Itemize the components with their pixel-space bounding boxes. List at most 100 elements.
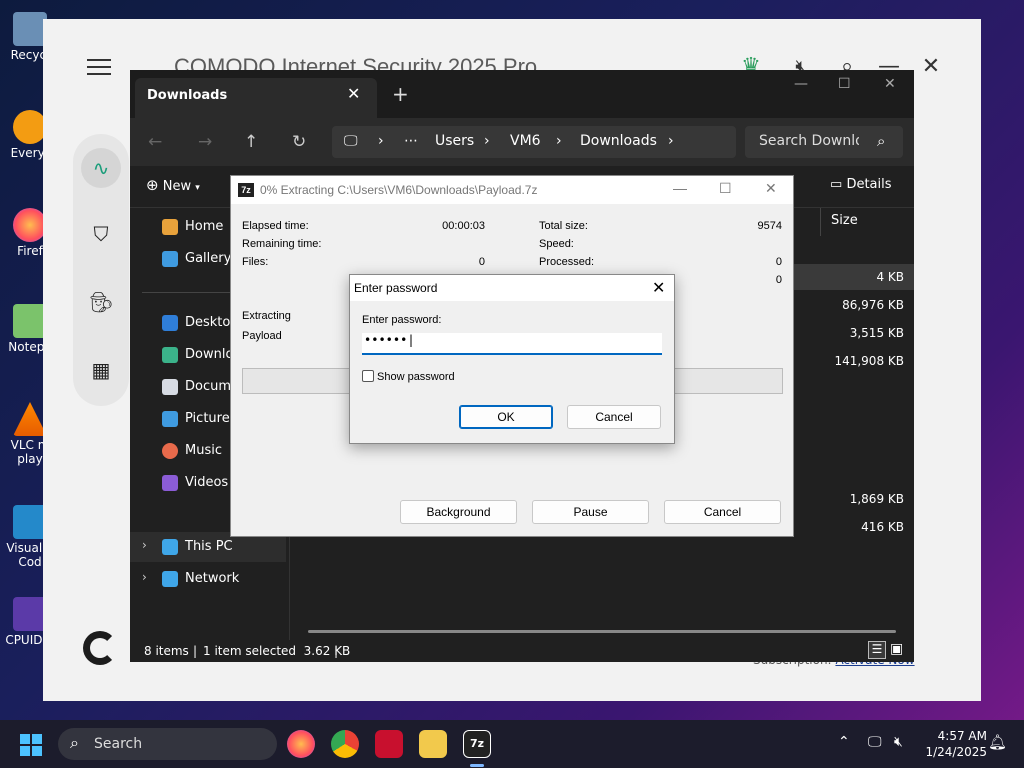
videos-icon	[162, 475, 178, 491]
chevron-right-icon[interactable]: ›	[142, 538, 147, 552]
breadcrumb-users[interactable]: Users	[435, 133, 474, 149]
dialog-title: Enter password	[354, 281, 438, 295]
plus-circle-icon: ⊕	[146, 176, 159, 194]
cancel-button[interactable]: Cancel	[567, 405, 661, 429]
network-icon	[162, 571, 178, 587]
shield-icon[interactable]: ⛉	[81, 214, 121, 254]
activity-icon[interactable]: ∿	[81, 148, 121, 188]
vscode-icon	[13, 505, 47, 539]
size-cell: 3,515 KB	[849, 326, 904, 340]
desktop-icon	[162, 315, 178, 331]
apps-grid-icon[interactable]: ▦	[81, 350, 121, 390]
vlc-icon	[13, 402, 47, 436]
close-window-icon[interactable]: ✕	[884, 76, 896, 92]
file-explorer-icon[interactable]	[419, 730, 447, 758]
status-bar: 8 items | 1 item selected 3.62 KB | ☰ ▣	[130, 640, 914, 662]
home-icon	[162, 219, 178, 235]
horizontal-scrollbar[interactable]	[308, 630, 896, 633]
chevron-up-icon[interactable]: ⌃	[838, 734, 850, 750]
comodo-sidebar: ∿ ⛉ 🕵︎ ▦	[73, 134, 129, 406]
chevron-right-icon: ›	[668, 133, 674, 149]
music-icon	[162, 443, 178, 459]
breadcrumb-downloads[interactable]: Downloads	[580, 133, 657, 149]
up-icon[interactable]: ↑	[244, 132, 258, 152]
show-password-checkbox[interactable]: Show password	[362, 370, 455, 383]
selection-info: 1 item selected 3.62 KB	[203, 644, 351, 658]
notepad-icon	[13, 304, 47, 338]
more-icon[interactable]: ⋯	[404, 133, 418, 149]
7zip-icon[interactable]: 7z	[463, 730, 491, 758]
ok-button[interactable]: OK	[459, 405, 553, 429]
pictures-icon	[162, 411, 178, 427]
minimize-icon[interactable]: —	[794, 76, 808, 92]
details-button[interactable]: ▭ Details	[830, 177, 892, 192]
cancel-button[interactable]: Cancel	[664, 500, 781, 524]
breadcrumb-vm6[interactable]: VM6	[510, 133, 541, 149]
chevron-right-icon: ›	[378, 133, 384, 149]
cpuid-icon	[13, 597, 47, 631]
divider: |	[334, 644, 339, 658]
gallery-icon	[162, 251, 178, 267]
back-icon[interactable]: ←	[148, 132, 162, 152]
tiles-view-icon[interactable]: ▣	[890, 641, 903, 657]
dialog-titlebar: Enter password ✕	[350, 275, 674, 301]
divider: |	[193, 644, 198, 658]
background-button[interactable]: Background	[400, 500, 517, 524]
7zip-titlebar: 7z 0% Extracting C:\Users\VM6\Downloads\…	[231, 176, 793, 204]
new-tab-icon[interactable]: +	[392, 82, 409, 106]
size-cell: 4 KB	[876, 270, 904, 284]
chevron-down-icon: ▾	[195, 183, 200, 193]
document-icon	[162, 379, 178, 395]
close-tab-icon[interactable]: ✕	[347, 84, 360, 103]
recycle-bin-icon	[13, 12, 47, 46]
computer-icon: 🖵︎	[344, 133, 358, 149]
everything-icon	[13, 110, 47, 144]
comodo-icon[interactable]	[375, 730, 403, 758]
size-cell: 416 KB	[861, 520, 904, 534]
new-button[interactable]: ⊕ New ▾	[146, 176, 200, 194]
taskbar-search[interactable]: ⌕ Search	[58, 728, 277, 760]
firefox-icon[interactable]	[287, 730, 315, 758]
download-icon	[162, 347, 178, 363]
maximize-icon[interactable]: ☐	[838, 76, 851, 92]
tab-downloads[interactable]: Downloads ✕	[135, 78, 377, 118]
sidebar-item-network[interactable]: › Network	[130, 564, 286, 594]
maximize-icon[interactable]: ☐	[719, 180, 732, 197]
taskbar: ⌕ Search 7z ⌃ 🖵︎ 🔇︎ 4:57 AM 1/24/2025 🔔︎	[0, 720, 1024, 768]
comodo-logo-icon	[83, 631, 117, 665]
close-icon[interactable]: ✕	[652, 278, 665, 298]
volume-muted-icon[interactable]: 🔇︎	[894, 734, 903, 750]
network-icon[interactable]: 🖵︎	[868, 734, 882, 750]
search-icon: ⌕	[877, 132, 886, 150]
column-header-size[interactable]: Size	[820, 208, 914, 236]
item-count: 8 items	[144, 644, 189, 658]
close-icon[interactable]: ✕	[915, 51, 947, 83]
size-cell: 86,976 KB	[842, 298, 904, 312]
address-bar[interactable]: 🖵︎ › ⋯ Users › VM6 › Downloads ›	[332, 126, 736, 158]
forward-icon[interactable]: →	[198, 132, 212, 152]
minimize-icon[interactable]: —	[673, 180, 687, 196]
explorer-tab-bar: Downloads ✕ + — ☐ ✕	[130, 70, 914, 118]
7zip-title: 0% Extracting C:\Users\VM6\Downloads\Pay…	[260, 183, 538, 197]
enter-password-dialog: Enter password ✕ Enter password: ••••••|…	[349, 274, 675, 444]
notification-bell-icon[interactable]: 🔔︎	[988, 733, 1007, 751]
chevron-right-icon[interactable]: ›	[142, 570, 147, 584]
hamburger-menu-icon[interactable]	[87, 59, 111, 75]
windows-start-icon[interactable]	[20, 734, 42, 756]
details-view-icon[interactable]: ☰	[868, 641, 886, 659]
chromium-icon[interactable]	[331, 730, 359, 758]
close-icon[interactable]: ✕	[765, 180, 777, 197]
search-icon: ⌕	[70, 733, 79, 752]
taskbar-clock[interactable]: 4:57 AM 1/24/2025	[917, 728, 987, 760]
password-input[interactable]: ••••••|	[362, 333, 662, 355]
clock-date: 1/24/2025	[925, 745, 987, 759]
chevron-right-icon: ›	[556, 133, 562, 149]
computer-icon	[162, 539, 178, 555]
clock-time: 4:57 AM	[937, 729, 987, 743]
search-box[interactable]: Search Downloa ⌕	[745, 126, 903, 158]
pause-button[interactable]: Pause	[532, 500, 649, 524]
checkbox-icon[interactable]	[362, 370, 374, 382]
details-pane-icon: ▭	[830, 177, 843, 192]
refresh-icon[interactable]: ↻	[292, 132, 306, 152]
spy-hat-icon[interactable]: 🕵︎	[81, 282, 121, 322]
